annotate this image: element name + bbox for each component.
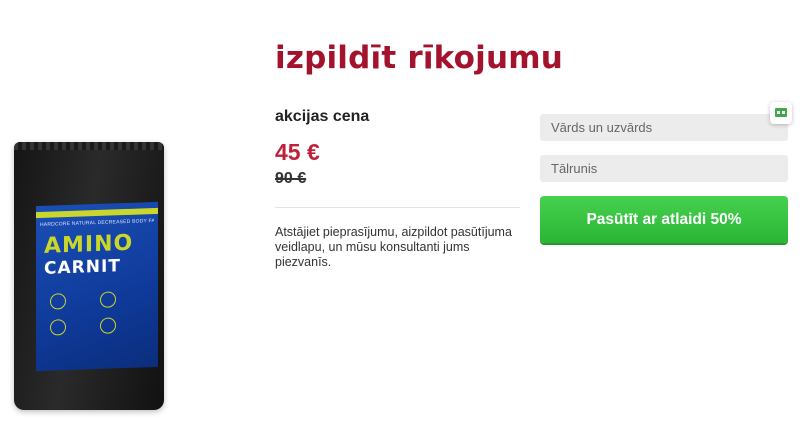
- product-package-icon: HARDCORE NATURAL DECREASED BODY FAT AMIN…: [14, 142, 164, 410]
- info-text: Atstājiet pieprasījumu, aizpildot pasūtī…: [275, 225, 512, 269]
- pack-benefit-icons: [50, 290, 140, 336]
- name-field[interactable]: [540, 114, 788, 141]
- pack-label: HARDCORE NATURAL DECREASED BODY FAT AMIN…: [36, 201, 158, 372]
- benefit-icon: [50, 293, 66, 310]
- pack-brand-line1: AMINO: [44, 230, 134, 259]
- benefit-icon: [50, 319, 66, 336]
- price-new: 45 €: [275, 139, 320, 165]
- benefit-icon: [100, 317, 116, 334]
- divider: [275, 207, 520, 208]
- pack-zip-edge: [14, 142, 164, 150]
- chat-widget-icon: [775, 108, 787, 117]
- pack-stripe: [36, 207, 158, 219]
- pack-brand-line2: CARNIT: [44, 256, 121, 279]
- phone-field[interactable]: [540, 155, 788, 182]
- pack-subtitle: HARDCORE NATURAL DECREASED BODY FAT: [40, 218, 154, 228]
- chat-widget[interactable]: [770, 102, 792, 124]
- page-title: izpildīt rīkojumu: [275, 40, 564, 76]
- product-image: HARDCORE NATURAL DECREASED BODY FAT AMIN…: [8, 140, 168, 415]
- order-button[interactable]: Pasūtīt ar atlaidi 50%: [540, 196, 788, 243]
- promo-label: akcijas cena: [275, 108, 370, 125]
- benefit-icon: [100, 291, 116, 308]
- price-old: 90 €: [275, 170, 307, 187]
